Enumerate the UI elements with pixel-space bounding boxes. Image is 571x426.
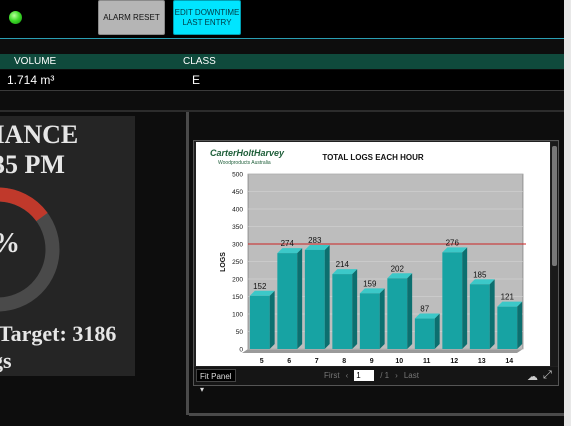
page-number-input[interactable]: 1 (354, 370, 375, 381)
volume-header: VOLUME (14, 56, 57, 67)
bar-side (352, 269, 358, 349)
bar-side (379, 288, 385, 349)
x-tick-label: 11 (423, 358, 431, 365)
pager: First ‹ 1 / 1 › Last (324, 370, 419, 381)
scroll-thumb[interactable] (552, 146, 557, 266)
performance-panel: MANCE 35 PM % Target: 3186 gs (0, 116, 135, 376)
y-tick-label: 0 (239, 347, 243, 354)
bar-side (324, 244, 330, 349)
bar (277, 253, 298, 349)
last-page-link[interactable]: Last (404, 371, 419, 380)
alarm-reset-button[interactable]: ALARM RESET (98, 0, 165, 35)
y-tick-label: 400 (232, 207, 243, 214)
x-tick-label: 14 (505, 358, 513, 365)
table-row: 1.714 m³ E (0, 70, 564, 91)
bar-value-label: 276 (446, 238, 460, 247)
fit-panel-label: Fit Panel (200, 372, 232, 381)
logo-subtitle: Woodproducts Australia (218, 160, 271, 166)
bar (497, 306, 518, 349)
page-scrollbar[interactable] (564, 0, 571, 426)
bar (442, 252, 463, 349)
bar-side (269, 290, 275, 349)
bar (304, 249, 325, 349)
y-tick-label: 350 (232, 224, 243, 231)
bar-value-label: 283 (308, 236, 322, 245)
y-tick-label: 250 (232, 259, 243, 266)
plot-floor (242, 349, 523, 353)
fit-panel-dropdown[interactable]: Fit Panel ▾ (196, 369, 236, 394)
x-tick-label: 8 (342, 358, 346, 365)
y-tick-label: 150 (232, 294, 243, 301)
y-tick-label: 100 (232, 312, 243, 319)
bar (469, 284, 490, 349)
bar-value-label: 185 (473, 270, 487, 279)
y-tick-label: 200 (232, 277, 243, 284)
y-tick-label: 450 (232, 189, 243, 196)
bar-value-label: 202 (391, 264, 405, 273)
bar (332, 274, 353, 349)
x-tick-label: 5 (260, 358, 264, 365)
volume-value: 1.714 m³ (7, 73, 55, 87)
bar-side (517, 301, 523, 349)
class-header: CLASS (183, 56, 216, 67)
bar-value-label: 159 (363, 279, 377, 288)
performance-logs-label: gs (0, 348, 12, 373)
bar-side (489, 279, 495, 349)
bar-value-label: 87 (420, 305, 429, 314)
bar-value-label: 152 (253, 282, 267, 291)
x-tick-label: 10 (395, 358, 403, 365)
first-page-link[interactable]: First (324, 371, 340, 380)
bottom-divider (189, 413, 564, 416)
bar (359, 293, 380, 349)
bar-side (407, 273, 413, 349)
top-toolbar: ALARM RESET EDIT DOWNTIME LAST ENTRY (0, 0, 571, 39)
status-indicator-icon (9, 11, 22, 24)
bar-value-label: 121 (501, 293, 515, 302)
class-value: E (192, 73, 201, 87)
page-count: / 1 (380, 371, 390, 380)
bar (249, 295, 270, 349)
bar-side (434, 313, 440, 349)
bar (387, 278, 408, 349)
chart-title: TOTAL LOGS EACH HOUR (322, 153, 424, 162)
x-tick-label: 13 (478, 358, 486, 365)
download-cloud-icon[interactable]: ☁ (527, 370, 538, 383)
y-tick-label: 300 (232, 242, 243, 249)
section-divider (0, 110, 564, 112)
panel-divider (186, 112, 189, 415)
x-tick-label: 12 (450, 358, 458, 365)
y-tick-label: 50 (236, 329, 244, 336)
next-page-icon[interactable]: › (395, 371, 398, 380)
bar-side (462, 247, 468, 349)
y-tick-label: 500 (232, 172, 243, 179)
x-tick-label: 6 (287, 358, 291, 365)
expand-icon[interactable]: ⤢ (543, 369, 552, 382)
performance-percent: % (0, 228, 20, 260)
bar-side (297, 248, 303, 349)
x-tick-label: 9 (370, 358, 374, 365)
performance-title: MANCE (0, 120, 79, 149)
logs-chart: CarterHoltHarvey Woodproducts Australia … (196, 142, 550, 366)
bar-value-label: 274 (281, 239, 295, 248)
chart-toolbar: Fit Panel ▾ First ‹ 1 / 1 › Last ☁ ⤢ (194, 367, 558, 394)
logo-text: CarterHoltHarvey (210, 148, 285, 158)
edit-downtime-button[interactable]: EDIT DOWNTIME LAST ENTRY (173, 0, 241, 35)
prev-page-icon[interactable]: ‹ (346, 371, 349, 380)
performance-target: Target: 3186 (0, 321, 117, 346)
x-tick-label: 7 (315, 358, 319, 365)
y-axis-label: LOGS (220, 252, 227, 272)
performance-time: 35 PM (0, 150, 65, 179)
gauge-progress (0, 187, 48, 222)
table-header: VOLUME CLASS (0, 54, 564, 69)
bar-value-label: 214 (336, 260, 350, 269)
bar (414, 318, 435, 349)
chart-scrollbar[interactable] (551, 142, 558, 366)
